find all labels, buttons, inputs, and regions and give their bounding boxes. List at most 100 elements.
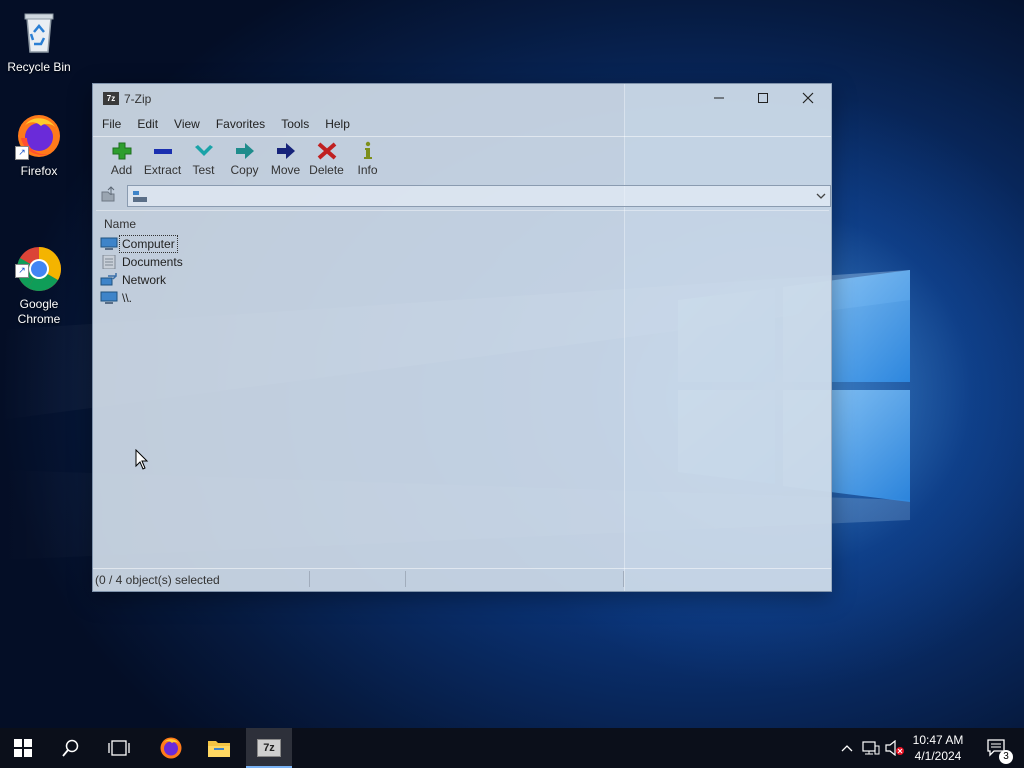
address-input[interactable] xyxy=(127,185,831,207)
list-item-network[interactable]: Network xyxy=(100,271,168,289)
menu-favorites[interactable]: Favorites xyxy=(207,114,272,134)
show-hidden-icons-button[interactable] xyxy=(836,728,858,768)
menu-file[interactable]: File xyxy=(93,114,128,134)
test-label: Test xyxy=(192,163,215,177)
extract-button[interactable]: Extract xyxy=(142,137,183,183)
7zip-taskbar-icon: 7z xyxy=(257,739,281,757)
list-item-documents[interactable]: Documents xyxy=(100,253,185,271)
add-button[interactable]: Add xyxy=(101,137,142,183)
status-separator xyxy=(623,571,624,587)
folder-icon xyxy=(208,741,230,757)
test-button[interactable]: Test xyxy=(183,137,224,183)
menu-bar: File Edit View Favorites Tools Help xyxy=(93,114,357,134)
computer-icon xyxy=(100,291,118,304)
chrome-icon: ↗ xyxy=(15,230,63,291)
title-bar[interactable]: 7z 7-Zip xyxy=(93,84,831,112)
delete-x-icon xyxy=(317,142,336,160)
item-label: \\. xyxy=(122,291,133,305)
network-tray-icon xyxy=(862,741,880,755)
up-folder-button[interactable] xyxy=(99,186,119,206)
shortcut-arrow-icon: ↗ xyxy=(15,264,29,278)
shortcut-arrow-icon: ↗ xyxy=(15,146,29,160)
desktop-icon-google-chrome[interactable]: ↗ Google Chrome xyxy=(1,215,77,342)
menu-view[interactable]: View xyxy=(165,114,207,134)
status-separator xyxy=(405,571,406,587)
move-label: Move xyxy=(270,163,301,177)
mouse-cursor-icon xyxy=(135,449,149,470)
status-text: (0 / 4 object(s) selected xyxy=(95,573,220,587)
menu-edit[interactable]: Edit xyxy=(128,114,165,134)
window-title: 7-Zip xyxy=(124,92,152,106)
test-checkmark-icon xyxy=(194,145,213,156)
item-label: Network xyxy=(122,273,167,287)
taskbar-7zip[interactable]: 7z xyxy=(246,728,292,768)
action-center-button[interactable]: 3 xyxy=(974,728,1020,768)
clock-time: 10:47 AM xyxy=(912,733,964,747)
recycle-bin-icon xyxy=(15,8,63,56)
delete-label: Delete xyxy=(309,163,344,177)
search-icon xyxy=(62,739,79,757)
chevron-up-icon xyxy=(841,745,853,752)
network-tray-button[interactable] xyxy=(860,728,882,768)
list-item-computer[interactable]: Computer xyxy=(100,235,178,253)
documents-folder-icon xyxy=(102,255,116,269)
close-button[interactable] xyxy=(786,84,830,112)
list-item-unc-root[interactable]: \\. xyxy=(100,289,134,307)
move-arrow-icon xyxy=(276,143,295,159)
windows-start-icon xyxy=(14,739,32,757)
computer-icon xyxy=(100,237,118,250)
notification-count-badge: 3 xyxy=(999,750,1013,764)
desktop-icon-firefox[interactable]: ↗ Firefox xyxy=(1,112,77,178)
move-button[interactable]: Move xyxy=(265,137,306,183)
column-header-name[interactable]: Name xyxy=(104,217,136,231)
maximize-icon xyxy=(758,93,768,103)
item-label: Computer xyxy=(119,235,178,253)
copy-button[interactable]: Copy xyxy=(224,137,265,183)
close-icon xyxy=(802,92,814,104)
minus-icon xyxy=(153,149,172,154)
7zip-app-icon: 7z xyxy=(103,92,119,105)
plus-icon xyxy=(112,142,131,160)
add-label: Add xyxy=(110,163,133,177)
info-label: Info xyxy=(357,163,378,177)
file-list[interactable]: Name Computer Documents Network \\. xyxy=(96,210,829,566)
desktop-icon-label: Recycle Bin xyxy=(7,60,71,74)
taskbar-firefox[interactable] xyxy=(148,728,194,768)
taskbar-file-explorer[interactable] xyxy=(196,728,242,768)
search-button[interactable] xyxy=(48,728,94,768)
clock-date: 4/1/2024 xyxy=(914,749,962,763)
delete-button[interactable]: Delete xyxy=(306,137,347,183)
computer-drive-icon xyxy=(133,191,147,202)
start-button[interactable] xyxy=(0,728,46,768)
minimize-button[interactable] xyxy=(697,84,741,112)
firefox-icon: ↗ xyxy=(15,112,63,160)
maximize-button[interactable] xyxy=(741,84,785,112)
desktop-icon-label: Firefox xyxy=(20,164,58,178)
info-icon xyxy=(363,141,372,159)
copy-arrow-icon xyxy=(235,143,254,159)
menu-tools[interactable]: Tools xyxy=(272,114,316,134)
status-bar: (0 / 4 object(s) selected xyxy=(93,568,831,591)
7zip-window[interactable]: 7z 7-Zip File Edit View Favorites Tools … xyxy=(92,83,832,592)
info-button[interactable]: Info xyxy=(347,137,388,183)
toolbar: Add Extract Test Copy Move Delete Info xyxy=(93,136,831,183)
menu-help[interactable]: Help xyxy=(316,114,357,134)
extract-label: Extract xyxy=(143,163,182,177)
chevron-down-icon[interactable] xyxy=(815,190,827,202)
task-view-button[interactable] xyxy=(96,728,142,768)
status-separator xyxy=(309,571,310,587)
taskbar: 7z 10:47 AM 4/1/2024 3 xyxy=(0,728,1024,768)
network-icon xyxy=(100,273,117,286)
item-label: Documents xyxy=(122,255,183,269)
desktop-icon-label: Google Chrome xyxy=(17,297,61,326)
desktop-icon-recycle-bin[interactable]: Recycle Bin xyxy=(1,8,77,74)
volume-muted-icon xyxy=(885,740,904,756)
firefox-icon xyxy=(160,737,182,759)
task-view-icon xyxy=(108,740,130,756)
volume-tray-button[interactable] xyxy=(884,728,906,768)
copy-label: Copy xyxy=(230,163,259,177)
address-bar xyxy=(97,185,831,207)
up-folder-icon xyxy=(101,186,115,202)
minimize-icon xyxy=(714,97,724,99)
taskbar-clock[interactable]: 10:47 AM 4/1/2024 xyxy=(906,732,970,764)
